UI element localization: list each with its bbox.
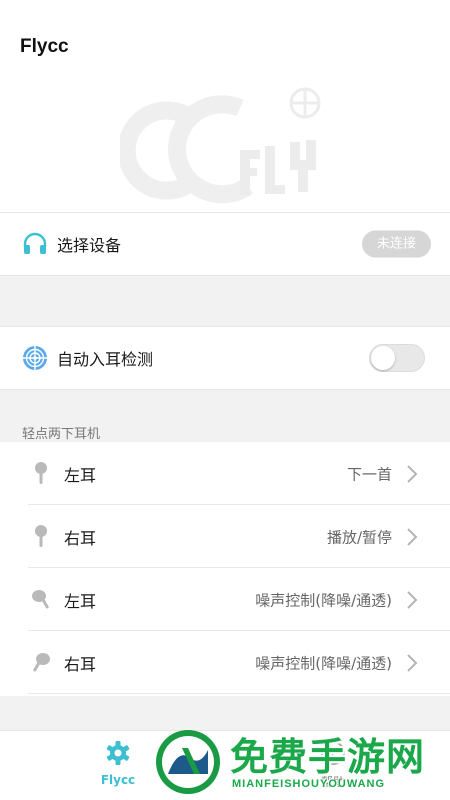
- watermark-subtitle: MIANFEISHOUYOUWANG: [232, 778, 386, 790]
- double-tap-right-row[interactable]: 右耳 噪声控制(降噪/通透): [0, 631, 450, 694]
- section-divider: [0, 696, 450, 730]
- watermark-title: 免费手游网: [230, 735, 426, 779]
- chevron-right-icon: [407, 464, 418, 483]
- tap-action-value: 下一首: [346, 465, 392, 483]
- watermark-overlay: 免费手游网 MIANFEISHOUYOUWANG: [150, 726, 450, 800]
- tap-side-label: 右耳: [64, 528, 97, 548]
- select-device-row[interactable]: 选择设备 未连接: [0, 212, 450, 276]
- chevron-right-icon: [407, 590, 418, 609]
- gear-icon: [106, 741, 130, 765]
- connection-status-badge: 未连接: [361, 230, 431, 258]
- left-earbud-tilted-icon: [32, 589, 49, 608]
- double-tap-left-row[interactable]: 左耳 下一首: [0, 442, 450, 505]
- select-device-label: 选择设备: [57, 236, 122, 255]
- app-title: Flycc: [20, 36, 69, 57]
- tap-action-value: 噪声控制(降噪/通透): [255, 591, 392, 609]
- in-ear-detection-row: 自动入耳检测: [0, 326, 450, 390]
- double-tap-left-row[interactable]: 左耳 噪声控制(降噪/通透): [0, 568, 450, 631]
- double-tap-right-row[interactable]: 右耳 播放/暂停: [0, 505, 450, 568]
- chevron-right-icon: [407, 527, 418, 546]
- right-earbud-tilted-icon: [33, 652, 50, 671]
- tap-side-label: 右耳: [64, 654, 97, 674]
- header: Flycc: [0, 0, 450, 212]
- in-ear-detection-toggle[interactable]: [369, 344, 425, 372]
- tap-action-value: 播放/暂停: [326, 528, 392, 546]
- tap-side-label: 左耳: [64, 591, 97, 611]
- left-earbud-icon: [35, 461, 47, 484]
- double-tap-section-label: 轻点两下耳机: [22, 427, 101, 442]
- in-ear-detection-label: 自动入耳检测: [57, 350, 154, 369]
- section-divider: [0, 276, 450, 326]
- watermark-logo-icon: [156, 730, 220, 794]
- chevron-right-icon: [407, 653, 418, 672]
- headphones-icon: [23, 232, 47, 254]
- toggle-knob: [371, 346, 395, 370]
- radar-icon: [23, 346, 47, 370]
- right-earbud-icon: [35, 524, 47, 547]
- flycc-logo: [120, 87, 321, 204]
- tap-action-value: 噪声控制(降噪/通透): [255, 654, 392, 672]
- tap-side-label: 左耳: [64, 465, 97, 485]
